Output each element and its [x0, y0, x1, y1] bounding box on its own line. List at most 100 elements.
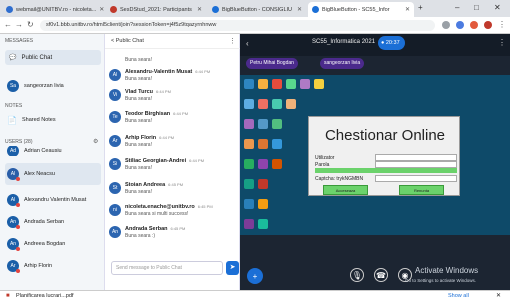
desktop-icon	[300, 79, 310, 89]
close-download-bar[interactable]: ✕	[496, 292, 501, 299]
close-tab-icon[interactable]: ✕	[297, 6, 302, 13]
desktop-icon	[244, 139, 254, 149]
avatar: St	[109, 182, 121, 194]
moodle-icon	[110, 6, 117, 13]
user-item[interactable]: Al Alexandru Valentin Musat	[5, 192, 101, 208]
recording-indicator[interactable]: ● 20:37	[378, 36, 405, 50]
back-arrow-icon[interactable]: ←	[4, 20, 12, 29]
desktop-icon	[244, 199, 254, 209]
public-chat-panel: < Public Chat ⋮ Buna seara! Al Alexandru…	[105, 34, 240, 290]
desktop-icon	[244, 79, 254, 89]
desktop-icon	[258, 79, 268, 89]
plus-icon[interactable]: +	[247, 268, 263, 284]
reload-icon[interactable]: ↻	[27, 20, 34, 29]
bbb-icon	[312, 6, 319, 13]
browser-tab[interactable]: SesDStud_2021: Participants ✕	[106, 2, 206, 17]
browser-tab-active[interactable]: BigBlueButton - SC55_Infor ✕	[308, 2, 414, 17]
avatar: ni	[109, 204, 121, 216]
user-item[interactable]: Al Alex Neacsu	[5, 163, 101, 185]
chat-back-button[interactable]: < Public Chat	[105, 34, 240, 49]
avatar: Al	[109, 69, 121, 81]
avatar: An	[7, 238, 20, 251]
chat-message-input[interactable]: Send message to Public Chat	[111, 261, 223, 275]
chat-message: St Stoian Andreea 6:45 PM Buna seara!	[109, 182, 237, 195]
avatar: Vi	[109, 89, 121, 101]
address-bar: ← → ↻ sf0v1.bbb.unitbv.ro/html5client/jo…	[0, 17, 510, 34]
access-button[interactable]: Acceseaza	[323, 185, 368, 195]
desktop-icon	[244, 99, 254, 109]
avatar: Al	[7, 194, 20, 207]
toggle-panel-icon[interactable]: ‹	[246, 39, 249, 48]
captcha-field[interactable]	[375, 175, 457, 182]
send-arrow-icon: ➤	[229, 264, 236, 271]
chat-message: Buna seara!	[125, 57, 152, 63]
desktop-icon	[272, 99, 282, 109]
desktop-icon	[286, 99, 296, 109]
profile-avatar[interactable]	[484, 21, 492, 29]
avatar: Ar	[7, 260, 20, 273]
avatar: Si	[109, 158, 121, 170]
notes-icon: 📄	[7, 115, 17, 125]
password-field[interactable]	[375, 161, 457, 168]
star-icon[interactable]	[442, 21, 450, 29]
meeting-title: SC55_Informatica 2021	[312, 39, 376, 45]
windows-activation-title: Activate Windows	[415, 266, 479, 275]
private-chat-item[interactable]: Sa sangeorzan livia	[5, 78, 101, 94]
bbb-icon	[212, 6, 219, 13]
meeting-header: ‹ SC55_Informatica 2021 ● 20:37 ⋮	[240, 34, 510, 56]
maximize-button[interactable]: □	[474, 3, 479, 12]
avatar: Sa	[7, 80, 19, 92]
public-chat-item[interactable]: 💬 Public Chat	[5, 50, 101, 65]
user-item[interactable]: Ar Arhip Florin	[5, 258, 101, 274]
close-tab-icon[interactable]: ✕	[197, 6, 202, 13]
user-item[interactable]: An Andrada Serban	[5, 214, 101, 230]
close-tab-icon[interactable]: ✕	[99, 6, 104, 13]
avatar: Al	[7, 168, 20, 181]
cancel-button[interactable]: Renunta	[399, 185, 444, 195]
desktop-icon	[258, 159, 268, 169]
desktop-icon	[244, 119, 254, 129]
avatar: An	[7, 216, 20, 229]
user-list-sidebar: MESSAGES 💬 Public Chat Sa sangeorzan liv…	[0, 34, 105, 290]
desktop-icon	[272, 79, 282, 89]
chat-message: Te Teodor Birghisan 6:44 PM Buna seara!	[109, 111, 237, 124]
browser-tab[interactable]: webmail@UNITBV.ro - nicoleta... ✕	[2, 2, 104, 17]
desktop-icon	[258, 139, 268, 149]
notes-header: NOTES	[5, 103, 23, 109]
user-item[interactable]: An Andreea Bogdan	[5, 236, 101, 252]
desktop-icon	[244, 179, 254, 189]
forward-arrow-icon[interactable]: →	[15, 20, 23, 29]
chat-icon: 💬	[9, 55, 17, 61]
close-tab-icon[interactable]: ✕	[405, 6, 410, 13]
show-all-link[interactable]: Show all	[448, 293, 469, 299]
minimize-button[interactable]: –	[455, 3, 459, 12]
desktop-icon	[258, 99, 268, 109]
new-tab-button[interactable]: +	[418, 3, 423, 12]
desktop-icon	[258, 119, 268, 129]
avatar: Te	[109, 111, 121, 123]
shared-notes-item[interactable]: 📄 Shared Notes	[5, 112, 101, 128]
menu-icon[interactable]: ⋮	[498, 20, 506, 29]
url-field[interactable]: sf0v1.bbb.unitbv.ro/html5client/join?ses…	[40, 20, 435, 31]
close-window-button[interactable]: ✕	[494, 3, 501, 12]
phone-icon[interactable]: ☎	[374, 268, 388, 282]
desktop-icon	[314, 79, 324, 89]
extension-icon[interactable]	[470, 21, 478, 29]
send-button[interactable]: ➤	[226, 261, 239, 275]
download-file-name[interactable]: Planificarea lucrari...pdf	[16, 293, 73, 299]
desktop-icon	[272, 159, 282, 169]
microphone-icon[interactable]: 🎙	[350, 268, 364, 282]
options-menu-icon[interactable]: ⋮	[498, 38, 506, 47]
user-item[interactable]: Ad Adrian Ceausiu	[5, 146, 101, 156]
chat-message: An Andrada Serban 6:45 PM Buna seara :)	[109, 226, 237, 239]
gear-icon[interactable]: ⚙	[93, 138, 98, 145]
messages-header: MESSAGES	[5, 38, 34, 44]
avatar: Ad	[7, 146, 19, 156]
windows-activation-subtitle: Go to Settings to activate Windows.	[405, 278, 477, 283]
chat-options-icon[interactable]: ⋮	[229, 37, 236, 45]
username-field[interactable]	[375, 154, 457, 161]
chat-message: Si Stiliac Georgian-Andrei 6:44 PM Buna s…	[109, 158, 237, 171]
dialog-title: Chestionar Online	[324, 127, 446, 144]
browser-tab[interactable]: BigBlueButton - CONSIGLIU ✕	[208, 2, 306, 17]
extension-icon[interactable]	[456, 21, 464, 29]
